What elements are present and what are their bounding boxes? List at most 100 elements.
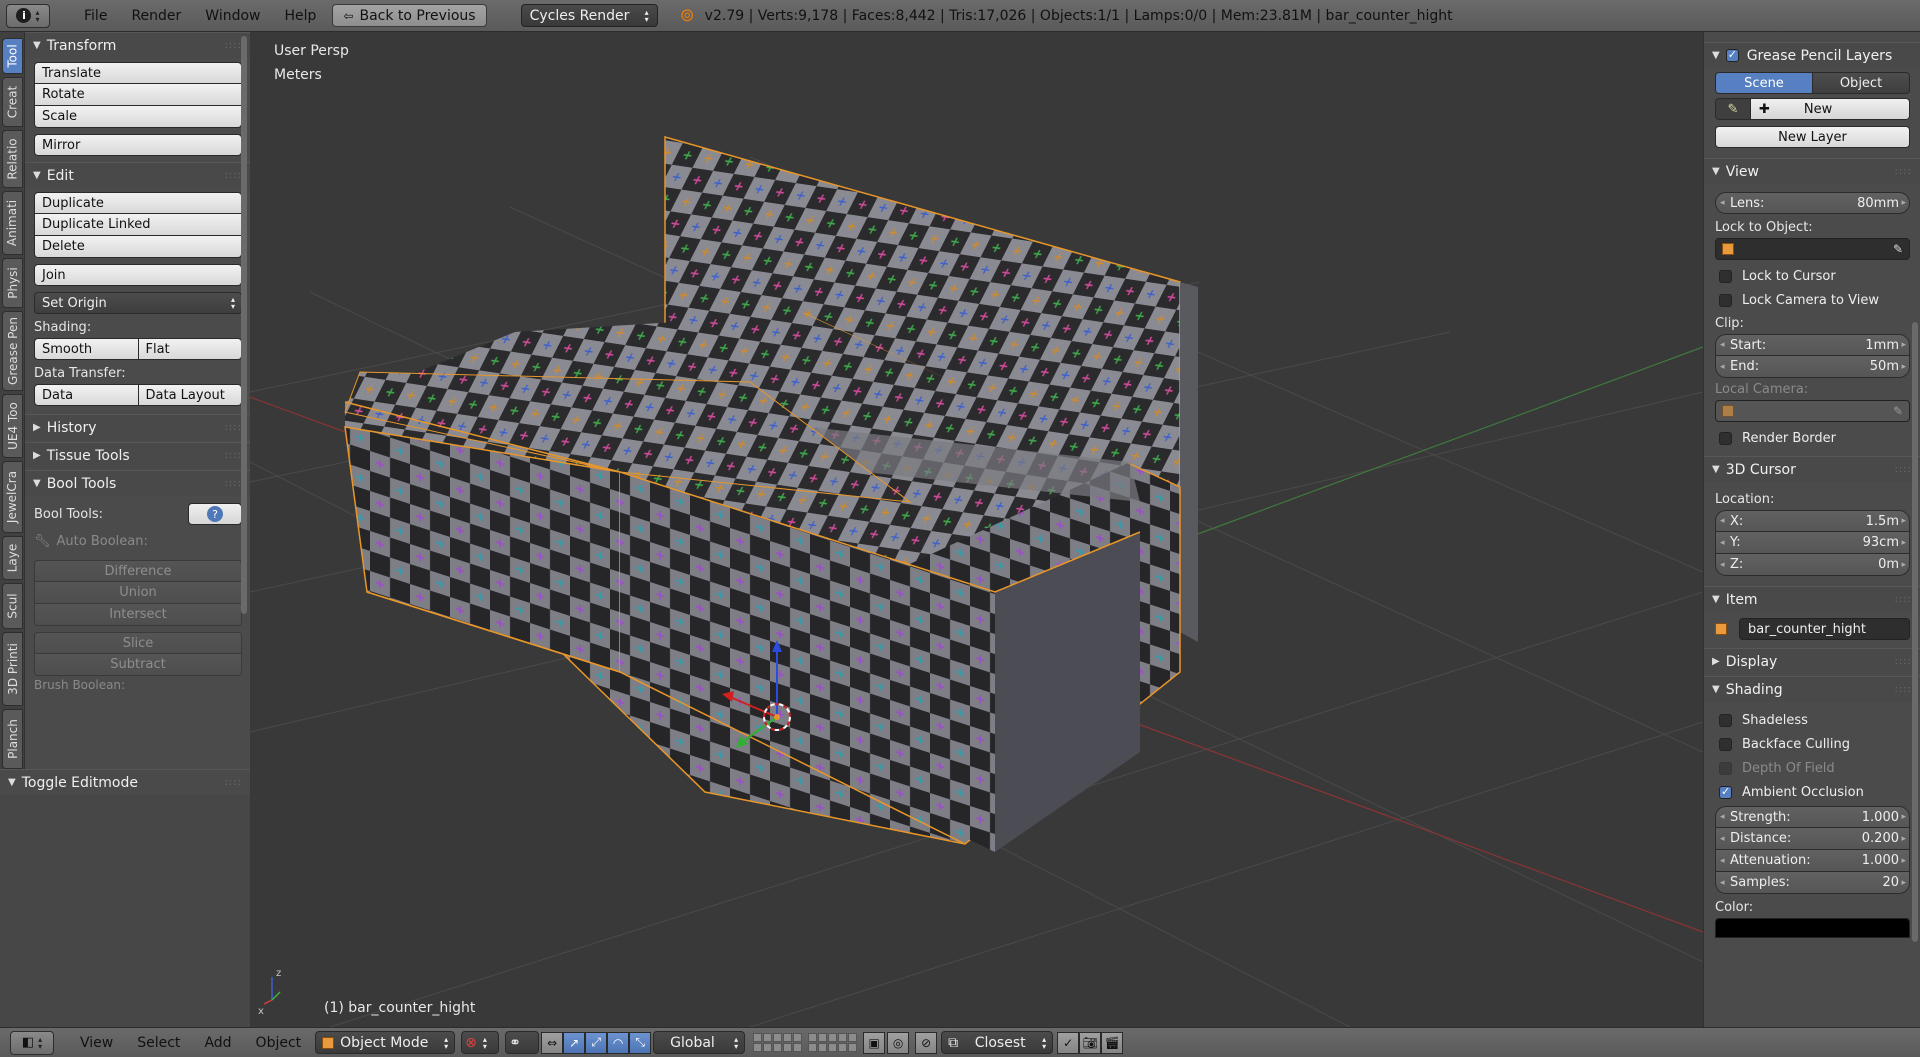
drag-grip-icon[interactable]: :::: bbox=[1895, 684, 1912, 695]
eyedropper-icon[interactable]: ✎ bbox=[1893, 242, 1903, 256]
union-button[interactable]: Union bbox=[34, 582, 242, 604]
editor-type-button[interactable]: ◧ ▴ ▾ bbox=[10, 1030, 54, 1055]
tab-tool[interactable]: Tool bbox=[2, 38, 23, 74]
lock-layers-icon[interactable]: ▣ bbox=[863, 1031, 886, 1054]
panel-header-bool-tools[interactable]: ▼ Bool Tools :::: bbox=[25, 470, 250, 496]
flat-button[interactable]: Flat bbox=[138, 338, 242, 360]
proportional-edit-icon[interactable]: ◎ bbox=[887, 1031, 910, 1054]
help-button[interactable]: ? bbox=[188, 503, 242, 525]
panel-header-transform[interactable]: ▼ Transform :::: bbox=[25, 32, 250, 58]
drag-grip-icon[interactable]: :::: bbox=[225, 450, 242, 461]
lock-object-field[interactable]: ✎ bbox=[1715, 238, 1910, 260]
translate-button[interactable]: Translate bbox=[34, 62, 242, 84]
scene-toggle[interactable]: Scene bbox=[1715, 72, 1813, 94]
scale-button[interactable]: Scale bbox=[34, 106, 242, 128]
panel-header-shading[interactable]: ▼ Shading :::: bbox=[1704, 676, 1920, 702]
tab-planch[interactable]: Planch bbox=[2, 709, 23, 769]
set-origin-select[interactable]: Set Origin ▴ ▾ bbox=[34, 292, 242, 314]
pivot-point-select[interactable]: ⚭ bbox=[505, 1031, 540, 1054]
menu-add[interactable]: Add bbox=[192, 1035, 243, 1051]
cursor-z-field[interactable]: Z: 0m bbox=[1715, 554, 1910, 576]
ao-samples-field[interactable]: Samples: 20 bbox=[1715, 872, 1910, 894]
render-animation-icon[interactable]: 🎬︎ bbox=[1101, 1031, 1124, 1054]
tab-animation[interactable]: Animati bbox=[2, 191, 23, 255]
tab-physics[interactable]: Physi bbox=[2, 258, 23, 308]
scale-manipulator-icon[interactable]: ⤡ bbox=[629, 1031, 652, 1054]
ambient-occlusion-option[interactable]: Ambient Occlusion bbox=[1715, 780, 1910, 804]
back-to-previous-button[interactable]: ⇦ Back to Previous bbox=[332, 4, 487, 27]
tab-ue4-tools[interactable]: UE4 Too bbox=[2, 394, 23, 458]
panel-header-tissue-tools[interactable]: ▶ Tissue Tools :::: bbox=[25, 442, 250, 468]
grease-pencil-checkbox[interactable] bbox=[1725, 48, 1739, 62]
menu-select[interactable]: Select bbox=[125, 1035, 192, 1051]
checkbox[interactable] bbox=[1719, 713, 1732, 727]
properties-scrollbar[interactable] bbox=[1912, 322, 1918, 942]
rotate-manipulator-icon[interactable]: ◠ bbox=[607, 1031, 630, 1054]
menu-object[interactable]: Object bbox=[244, 1035, 314, 1051]
join-button[interactable]: Join bbox=[34, 264, 242, 286]
data-button[interactable]: Data bbox=[34, 384, 139, 406]
tab-sculpt[interactable]: Scul bbox=[2, 583, 23, 629]
tab-3d-printing[interactable]: 3D Printi bbox=[2, 632, 23, 706]
object-name-field[interactable]: bar_counter_hight bbox=[1739, 618, 1910, 640]
lock-to-cursor-option[interactable]: Lock to Cursor bbox=[1715, 264, 1910, 288]
render-engine-select[interactable]: Cycles Render ▴ ▾ bbox=[520, 4, 658, 27]
editor-type-button[interactable]: i ▴ ▾ bbox=[6, 3, 50, 28]
manipulator-toggle-icon[interactable]: ⇔ bbox=[541, 1031, 564, 1054]
lock-camera-to-view-option[interactable]: Lock Camera to View bbox=[1715, 288, 1910, 312]
snap-toggle-icon[interactable]: ⊘ bbox=[915, 1031, 938, 1054]
new-layer-button[interactable]: New Layer bbox=[1715, 126, 1910, 148]
difference-button[interactable]: Difference bbox=[34, 560, 242, 582]
snap-target-select[interactable]: ⧉ Closest ▴ ▾ bbox=[941, 1031, 1054, 1054]
ao-distance-field[interactable]: Distance: 0.200 bbox=[1715, 828, 1910, 850]
checkbox[interactable] bbox=[1719, 761, 1732, 775]
checkbox[interactable] bbox=[1719, 785, 1732, 799]
panel-header-3d-cursor[interactable]: ▼ 3D Cursor :::: bbox=[1704, 456, 1920, 482]
checkbox[interactable] bbox=[1719, 293, 1732, 307]
layers-grid[interactable] bbox=[753, 1033, 803, 1052]
panel-header-history[interactable]: ▶ History :::: bbox=[25, 414, 250, 440]
rotate-button[interactable]: Rotate bbox=[34, 84, 242, 106]
menu-help[interactable]: Help bbox=[272, 8, 328, 24]
drag-grip-icon[interactable]: :::: bbox=[225, 170, 242, 181]
panel-header-toggle-editmode[interactable]: ▼ Toggle Editmode :::: bbox=[0, 769, 250, 795]
checkbox[interactable] bbox=[1719, 431, 1732, 445]
duplicate-button[interactable]: Duplicate bbox=[34, 192, 242, 214]
viewport-shading-select[interactable]: ⊗ ▴ ▾ bbox=[461, 1031, 500, 1054]
tab-grease-pencil[interactable]: Grease Pen bbox=[2, 311, 23, 391]
data-layout-button[interactable]: Data Layout bbox=[138, 384, 242, 406]
menu-view[interactable]: View bbox=[68, 1035, 125, 1051]
panel-header-display[interactable]: ▶ Display :::: bbox=[1704, 648, 1920, 674]
intersect-button[interactable]: Intersect bbox=[34, 604, 242, 626]
tab-jewelcraft[interactable]: JewelCra bbox=[2, 461, 23, 533]
tab-relations[interactable]: Relatio bbox=[2, 130, 23, 188]
duplicate-linked-button[interactable]: Duplicate Linked bbox=[34, 214, 242, 236]
cursor-x-field[interactable]: X: 1.5m bbox=[1715, 510, 1910, 532]
tab-create[interactable]: Creat bbox=[2, 77, 23, 127]
menu-window[interactable]: Window bbox=[193, 8, 272, 24]
drag-grip-icon[interactable]: :::: bbox=[225, 422, 242, 433]
menu-render[interactable]: Render bbox=[119, 8, 193, 24]
depth-of-field-option[interactable]: Depth Of Field bbox=[1715, 756, 1910, 780]
subtract-button[interactable]: Subtract bbox=[34, 654, 242, 676]
ao-attenuation-field[interactable]: Attenuation: 1.000 bbox=[1715, 850, 1910, 872]
layers-grid-2[interactable] bbox=[808, 1033, 858, 1052]
drag-grip-icon[interactable]: :::: bbox=[1895, 166, 1912, 177]
interaction-mode-select[interactable]: Object Mode ▴ ▾ bbox=[315, 1031, 456, 1054]
pencil-icon-select[interactable]: ✎ bbox=[1715, 98, 1751, 120]
checkbox[interactable] bbox=[1719, 269, 1732, 283]
menu-file[interactable]: File bbox=[72, 8, 119, 24]
drag-grip-icon[interactable]: :::: bbox=[1895, 656, 1912, 667]
panel-header-item[interactable]: ▼ Item :::: bbox=[1704, 586, 1920, 612]
panel-header-grease-pencil-layers[interactable]: ▼ Grease Pencil Layers bbox=[1704, 42, 1920, 68]
delete-button[interactable]: Delete bbox=[34, 236, 242, 258]
3d-viewport[interactable]: z x User Persp Meters (1) bar_counter_hi… bbox=[250, 32, 1703, 1027]
tool-shelf-scrollbar[interactable] bbox=[241, 36, 247, 614]
translate-manipulator-icon[interactable]: ↗ bbox=[563, 1031, 586, 1054]
mirror-button[interactable]: Mirror bbox=[34, 134, 242, 156]
shadeless-option[interactable]: Shadeless bbox=[1715, 708, 1910, 732]
drag-grip-icon[interactable]: :::: bbox=[1895, 594, 1912, 605]
drag-grip-icon[interactable]: :::: bbox=[1895, 464, 1912, 475]
tab-layers[interactable]: Laye bbox=[2, 536, 23, 580]
opengl-render-icon[interactable]: ✓ bbox=[1057, 1031, 1080, 1054]
